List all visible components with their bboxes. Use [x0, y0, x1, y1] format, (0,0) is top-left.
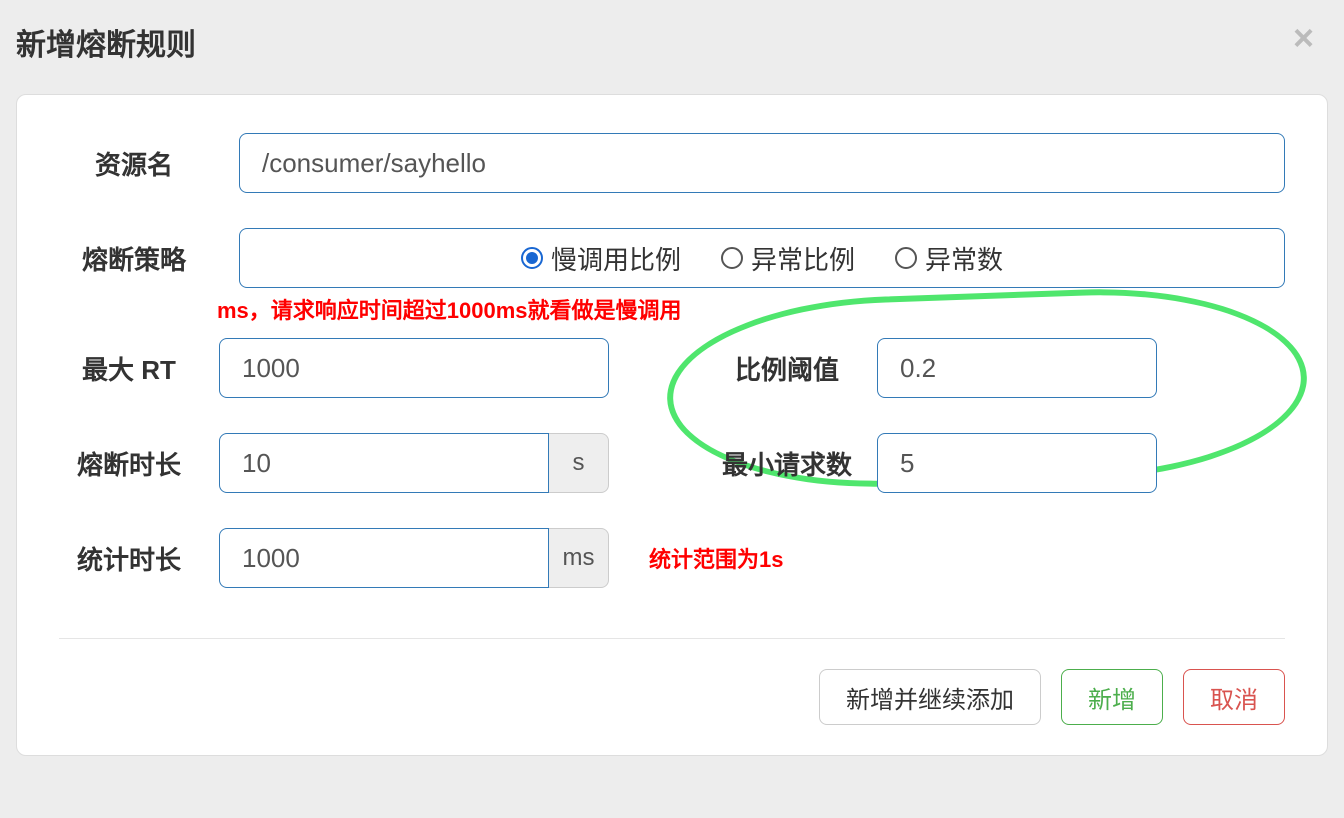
- label-strategy: 熔断策略: [59, 240, 209, 277]
- radio-label-slow: 慢调用比例: [551, 240, 681, 277]
- row-duration-minreq: 熔断时长 s 最小请求数: [59, 433, 1285, 493]
- modal-title: 新增熔断规则: [16, 20, 196, 64]
- label-min-requests: 最小请求数: [717, 445, 857, 482]
- radio-slow-call-ratio[interactable]: 慢调用比例: [521, 240, 681, 277]
- label-stat-window: 统计时长: [59, 540, 199, 577]
- unit-stat: ms: [549, 528, 609, 588]
- input-break-duration[interactable]: [219, 433, 549, 493]
- input-ratio-threshold[interactable]: [877, 338, 1157, 398]
- input-group-stat: ms: [219, 528, 609, 588]
- col-min-requests: 最小请求数: [717, 433, 1285, 493]
- row-strategy: 熔断策略 慢调用比例 异常比例 异常数: [59, 228, 1285, 288]
- input-max-rt[interactable]: [219, 338, 609, 398]
- radio-label-error-count: 异常数: [925, 240, 1003, 277]
- radio-error-count[interactable]: 异常数: [895, 240, 1003, 277]
- annotation-rt-note: ms，请求响应时间超过1000ms就看做是慢调用: [217, 293, 682, 325]
- radio-label-error-ratio: 异常比例: [751, 240, 855, 277]
- unit-duration: s: [549, 433, 609, 493]
- annotation-stat-note: 统计范围为1s: [649, 542, 783, 574]
- label-max-rt: 最大 RT: [59, 350, 199, 387]
- input-stat-window[interactable]: [219, 528, 549, 588]
- cancel-button[interactable]: 取消: [1183, 669, 1285, 725]
- col-break-duration: 熔断时长 s: [59, 433, 627, 493]
- label-resource-name: 资源名: [59, 145, 209, 182]
- radio-icon: [721, 247, 743, 269]
- label-ratio-threshold: 比例阈值: [717, 350, 857, 387]
- add-button[interactable]: 新增: [1061, 669, 1163, 725]
- form-panel: 资源名 熔断策略 慢调用比例 异常比例 异常数 ms，请求响应时间超过1000m…: [16, 94, 1328, 756]
- strategy-radio-group: 慢调用比例 异常比例 异常数: [239, 228, 1285, 288]
- row-stat-window: 统计时长 ms 统计范围为1s: [59, 528, 1285, 588]
- row-resource-name: 资源名: [59, 133, 1285, 193]
- input-min-requests[interactable]: [877, 433, 1157, 493]
- input-resource-name[interactable]: [239, 133, 1285, 193]
- col-stat-window: 统计时长 ms 统计范围为1s: [59, 528, 1285, 588]
- radio-icon: [895, 247, 917, 269]
- radio-icon-selected: [521, 247, 543, 269]
- divider: [59, 638, 1285, 639]
- row-rt-threshold: 最大 RT 比例阈值: [59, 338, 1285, 398]
- button-row: 新增并继续添加 新增 取消: [59, 669, 1285, 725]
- col-max-rt: 最大 RT: [59, 338, 627, 398]
- add-continue-button[interactable]: 新增并继续添加: [819, 669, 1041, 725]
- close-icon[interactable]: ×: [1293, 20, 1314, 56]
- label-break-duration: 熔断时长: [59, 445, 199, 482]
- modal-header: 新增熔断规则 ×: [0, 0, 1344, 94]
- col-ratio-threshold: 比例阈值: [717, 338, 1285, 398]
- radio-error-ratio[interactable]: 异常比例: [721, 240, 855, 277]
- input-group-duration: s: [219, 433, 609, 493]
